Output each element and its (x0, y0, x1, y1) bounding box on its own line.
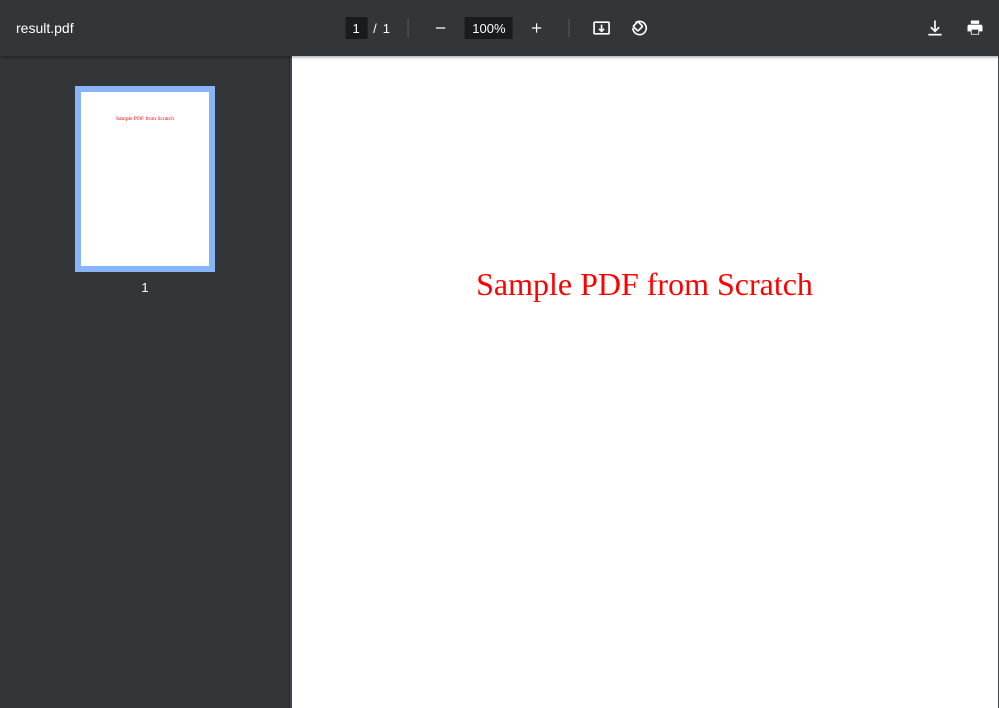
thumbnail-label: 1 (141, 280, 148, 295)
plus-icon (530, 21, 544, 35)
fit-to-page-button[interactable] (588, 14, 616, 42)
file-name: result.pdf (16, 20, 74, 36)
rotate-button[interactable] (626, 14, 654, 42)
zoom-percent-input[interactable] (465, 17, 513, 39)
pdf-toolbar: result.pdf / 1 (0, 0, 999, 56)
toolbar-right (921, 0, 989, 56)
rotate-icon (630, 18, 650, 38)
toolbar-center: / 1 (345, 0, 654, 56)
thumbnail-page-text: Sample PDF from Scratch (81, 116, 209, 122)
zoom-out-button[interactable] (427, 14, 455, 42)
fit-page-icon (592, 18, 612, 38)
zoom-in-button[interactable] (523, 14, 551, 42)
page-number-input[interactable] (345, 17, 367, 39)
page-viewport[interactable]: Sample PDF from Scratch (290, 56, 999, 708)
page-indicator: / 1 (345, 17, 390, 39)
print-button[interactable] (961, 14, 989, 42)
document-heading: Sample PDF from Scratch (292, 266, 998, 303)
toolbar-left: result.pdf (0, 20, 74, 36)
pdf-page: Sample PDF from Scratch (292, 56, 998, 708)
page-total: 1 (383, 21, 390, 36)
content-area: Sample PDF from Scratch 1 Sample PDF fro… (0, 56, 999, 708)
print-icon (965, 18, 985, 38)
divider (408, 19, 409, 37)
download-icon (925, 18, 945, 38)
page-separator: / (373, 21, 377, 36)
thumbnail-page: Sample PDF from Scratch (81, 92, 209, 266)
minus-icon (434, 21, 448, 35)
download-button[interactable] (921, 14, 949, 42)
thumbnail-item[interactable]: Sample PDF from Scratch 1 (75, 86, 215, 295)
thumbnail-sidebar: Sample PDF from Scratch 1 (0, 56, 290, 708)
divider (569, 19, 570, 37)
thumbnail-selected-border: Sample PDF from Scratch (75, 86, 215, 272)
